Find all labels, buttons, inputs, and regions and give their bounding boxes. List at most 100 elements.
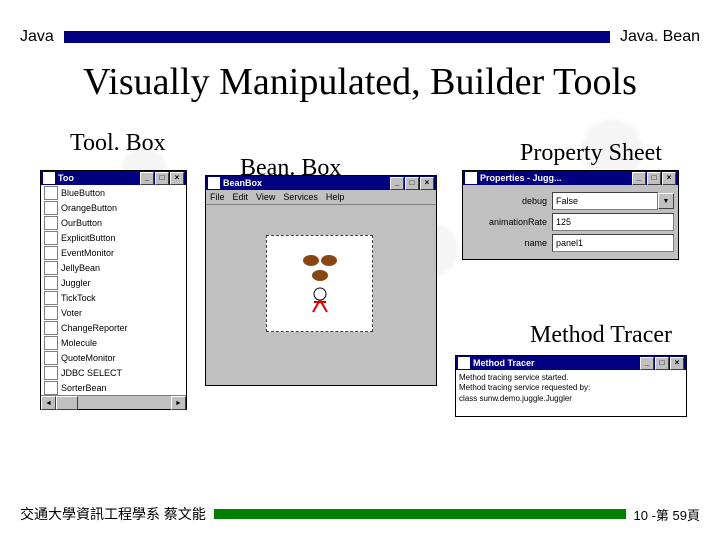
menu-item[interactable]: Services — [283, 192, 318, 202]
tool-item[interactable]: BlueButton — [41, 185, 186, 200]
tool-item[interactable]: EventMonitor — [41, 245, 186, 260]
tool-icon — [44, 306, 58, 320]
tool-icon — [44, 336, 58, 350]
minimize-button[interactable]: _ — [140, 172, 154, 185]
tracer-title: Method Tracer — [473, 358, 535, 368]
header-right: Java. Bean — [620, 28, 700, 46]
scroll-left-icon[interactable]: ◄ — [41, 396, 56, 410]
tool-item[interactable]: SorterBean — [41, 380, 186, 395]
tool-item[interactable]: JDBC SELECT — [41, 365, 186, 380]
tool-label: Voter — [61, 308, 82, 318]
java-icon — [458, 357, 470, 369]
header-divider — [64, 31, 610, 43]
beanbox-window: BeanBox _ □ × File Edit View Services Help — [205, 175, 437, 386]
properties-body: debugFalse▼ animationRate125 namepanel1 — [463, 185, 678, 259]
minimize-button[interactable]: _ — [632, 172, 646, 185]
tool-item[interactable]: OrangeButton — [41, 200, 186, 215]
property-field[interactable]: False — [552, 192, 658, 210]
tool-label: OrangeButton — [61, 203, 117, 213]
tool-label: JDBC SELECT — [61, 368, 122, 378]
menu-item[interactable]: File — [210, 192, 225, 202]
label-toolbox: Tool. Box — [70, 130, 166, 157]
tool-label: ChangeReporter — [61, 323, 128, 333]
properties-title: Properties - Jugg... — [480, 173, 562, 183]
tool-icon — [44, 351, 58, 365]
tool-item[interactable]: Juggler — [41, 275, 186, 290]
property-field[interactable]: 125 — [552, 213, 674, 231]
java-icon — [208, 177, 220, 189]
property-label: animationRate — [467, 217, 552, 227]
java-icon — [465, 172, 477, 184]
tool-item[interactable]: Voter — [41, 305, 186, 320]
tool-label: TickTock — [61, 293, 96, 303]
tool-icon — [44, 366, 58, 380]
log-line: class sunw.demo.juggle.Juggler — [459, 394, 683, 404]
tool-label: OurButton — [61, 218, 102, 228]
header-bar: Java Java. Bean — [20, 28, 700, 46]
tool-label: SorterBean — [61, 383, 107, 393]
scroll-right-icon[interactable]: ► — [171, 396, 186, 410]
tool-item[interactable]: TickTock — [41, 290, 186, 305]
tool-icon — [44, 201, 58, 215]
footer-divider — [214, 509, 626, 519]
tool-item[interactable]: QuoteMonitor — [41, 350, 186, 365]
property-label: debug — [467, 196, 552, 206]
maximize-button[interactable]: □ — [655, 357, 669, 370]
java-icon — [43, 172, 55, 184]
label-propsheet: Property Sheet — [520, 140, 662, 167]
tool-icon — [44, 216, 58, 230]
toolbox-window: Too _ □ × BlueButton OrangeButton OurButto… — [40, 170, 187, 410]
properties-window: Properties - Jugg... _ □ × debugFalse▼ an… — [462, 170, 679, 260]
beanbox-menubar: File Edit View Services Help — [206, 190, 436, 205]
maximize-button[interactable]: □ — [405, 177, 419, 190]
toolbox-titlebar[interactable]: Too _ □ × — [41, 171, 186, 185]
footer-left: 交通大學資訊工程學系 蔡文能 — [20, 504, 206, 524]
beanbox-canvas[interactable] — [206, 205, 436, 385]
chevron-down-icon[interactable]: ▼ — [658, 193, 674, 209]
juggler-bean[interactable] — [266, 235, 373, 332]
properties-titlebar[interactable]: Properties - Jugg... _ □ × — [463, 171, 678, 185]
tool-item[interactable]: ExplicitButton — [41, 230, 186, 245]
property-row: debugFalse▼ — [467, 192, 674, 210]
header-left: Java — [20, 28, 54, 46]
tool-icon — [44, 231, 58, 245]
maximize-button[interactable]: □ — [155, 172, 169, 185]
beanbox-titlebar[interactable]: BeanBox _ □ × — [206, 176, 436, 190]
tool-label: JellyBean — [61, 263, 100, 273]
juggler-image — [285, 249, 355, 319]
scrollbar-horizontal[interactable]: ◄ ► — [41, 395, 186, 409]
tool-icon — [44, 291, 58, 305]
toolbox-list: BlueButton OrangeButton OurButton ExplicitB… — [41, 185, 186, 395]
tool-item[interactable]: OurButton — [41, 215, 186, 230]
tool-label: BlueButton — [61, 188, 105, 198]
tool-label: QuoteMonitor — [61, 353, 116, 363]
tool-icon — [44, 261, 58, 275]
property-row: animationRate125 — [467, 213, 674, 231]
menu-item[interactable]: Edit — [233, 192, 249, 202]
tool-icon — [44, 321, 58, 335]
minimize-button[interactable]: _ — [390, 177, 404, 190]
close-button[interactable]: × — [170, 172, 184, 185]
beanbox-title: BeanBox — [223, 178, 262, 188]
minimize-button[interactable]: _ — [640, 357, 654, 370]
tool-icon — [44, 381, 58, 395]
tracer-titlebar[interactable]: Method Tracer _ □ × — [456, 356, 686, 370]
property-row: namepanel1 — [467, 234, 674, 252]
menu-item[interactable]: View — [256, 192, 275, 202]
close-button[interactable]: × — [420, 177, 434, 190]
footer-bar: 交通大學資訊工程學系 蔡文能 10 -第 59頁 — [20, 504, 700, 524]
maximize-button[interactable]: □ — [647, 172, 661, 185]
tool-item[interactable]: JellyBean — [41, 260, 186, 275]
page-title: Visually Manipulated, Builder Tools — [0, 60, 720, 104]
tracer-log: Method tracing service started.Method tr… — [456, 370, 686, 416]
toolbox-title: Too — [58, 173, 74, 183]
property-field[interactable]: panel1 — [552, 234, 674, 252]
close-button[interactable]: × — [670, 357, 684, 370]
scroll-thumb[interactable] — [56, 396, 78, 410]
tool-item[interactable]: Molecule — [41, 335, 186, 350]
tool-label: EventMonitor — [61, 248, 114, 258]
menu-item[interactable]: Help — [326, 192, 345, 202]
tool-item[interactable]: ChangeReporter — [41, 320, 186, 335]
tool-icon — [44, 186, 58, 200]
close-button[interactable]: × — [662, 172, 676, 185]
